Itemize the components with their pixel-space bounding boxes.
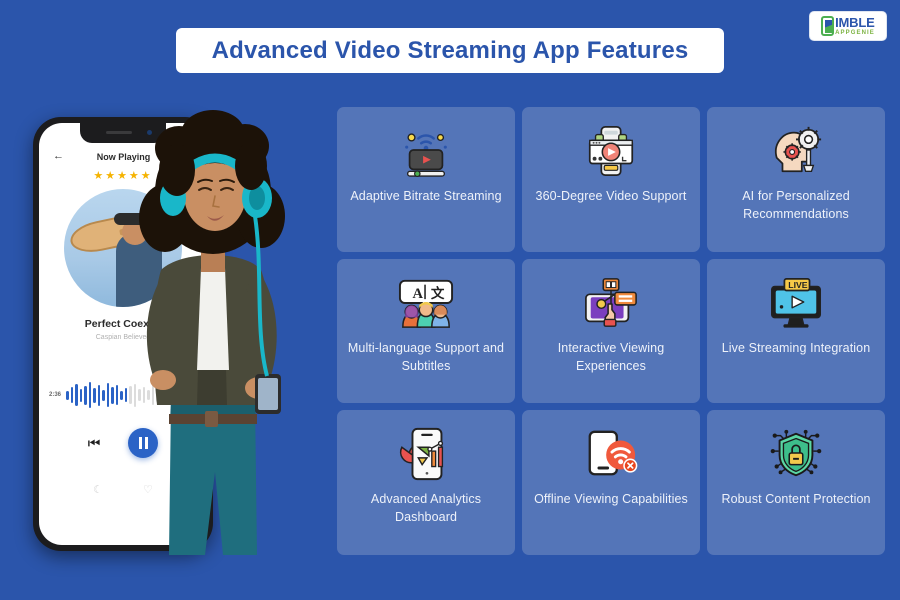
waveform-bar (84, 385, 87, 405)
waveform-bar (115, 385, 119, 405)
waveform-bar (169, 389, 173, 401)
pause-icon[interactable] (128, 428, 159, 458)
player-footer: ☾ ♡ (39, 483, 207, 496)
back-arrow-icon[interactable]: ← (53, 151, 64, 162)
rating-stars: ★★★★★ (93, 170, 153, 182)
feature-card-interactive-viewing-experiences[interactable]: Interactive Viewing Experiences (522, 258, 700, 404)
feature-label: Offline Viewing Capabilities (534, 492, 688, 507)
audio-waveform[interactable]: 2:36 (49, 378, 207, 412)
feature-label: Interactive Viewing Experiences (557, 340, 665, 373)
logo-main-text: IMBLE (835, 15, 875, 30)
waveform-bar (70, 387, 74, 403)
elapsed-time: 2:36 (49, 392, 62, 398)
waveform-bar (88, 382, 92, 408)
waveform-bar (142, 387, 146, 403)
waveform-bar (93, 387, 96, 403)
feature-card-advanced-analytics-dashboard[interactable]: Advanced Analytics Dashboard (337, 410, 515, 555)
waveform-bar (147, 390, 150, 400)
moon-icon[interactable]: ☾ (93, 483, 103, 496)
features-grid: Adaptive Bitrate Streaming 360-Degree Vi… (337, 107, 885, 555)
waveform-bar (111, 386, 114, 404)
feature-card-multi-language-support-and-subtitles[interactable]: A 文 Multi-language Support and Subtitles (337, 258, 515, 404)
heart-outline-icon[interactable]: ♡ (143, 483, 153, 496)
waveform-bar (66, 390, 69, 400)
feature-label: Advanced Analytics Dashboard (370, 492, 482, 525)
feature-label: Multi-language Support and Subtitles (347, 340, 505, 373)
waveform-bar (205, 384, 207, 406)
phone-charts-icon (397, 426, 455, 482)
phone-frame: ← Now Playing ♡ ★★★★★ Perfect Coexist Ca… (33, 117, 213, 551)
feature-card-live-streaming-integration[interactable]: LIVE Live Streaming Integration (707, 258, 885, 404)
feature-card-360-degree-video-support[interactable]: 360-Degree Video Support (522, 107, 700, 252)
album-art (64, 189, 182, 307)
svg-text:LIVE: LIVE (788, 280, 807, 290)
song-info: Perfect Coexist Caspian Believed (39, 318, 207, 341)
head-gears-icon (767, 123, 825, 179)
screen-wifi-play-icon (397, 123, 455, 179)
song-artist: Caspian Believed (95, 334, 151, 341)
waveform-bar (106, 383, 110, 407)
album-person-hat (114, 213, 156, 225)
player-controls: ⏮ (39, 428, 207, 458)
speaker-grill-icon (106, 131, 132, 134)
song-title: Perfect Coexist (84, 318, 162, 330)
feature-label: Robust Content Protection (721, 492, 871, 507)
waveform-bar (183, 387, 186, 403)
tablet-hand-touch-icon (582, 275, 640, 331)
waveform-bar (165, 386, 168, 404)
page-title: Advanced Video Streaming App Features (211, 36, 689, 64)
waveform-bar (196, 387, 200, 403)
logo-sub-text: APPGENIE (835, 30, 875, 36)
waveform-bar (102, 389, 105, 401)
waveform-bar (124, 388, 128, 402)
shield-lock-circuit-icon (767, 426, 825, 482)
waveform-bar (120, 390, 123, 400)
feature-label: 360-Degree Video Support (535, 189, 687, 203)
monitor-live-badge-icon: LIVE (767, 275, 825, 331)
page-title-banner: Advanced Video Streaming App Features (176, 28, 724, 73)
waveform-bar (187, 385, 191, 405)
waveform-bar (201, 388, 204, 402)
previous-track-icon[interactable]: ⏮ (88, 436, 101, 450)
waveform-bar (129, 386, 132, 404)
phone-n-icon (821, 16, 835, 36)
heart-outline-icon[interactable]: ♡ (183, 151, 193, 162)
phone-video-window-icon (582, 123, 640, 179)
feature-label: Live Streaming Integration (721, 340, 871, 355)
waveform-bar (160, 391, 164, 399)
svg-text:文: 文 (431, 285, 445, 301)
feature-label: Adaptive Bitrate Streaming (350, 189, 502, 203)
feature-card-ai-for-personalized-recommendations[interactable]: AI for Personalized Recommendations (707, 107, 885, 252)
feature-label: AI for Personalized Recommendations (742, 189, 850, 222)
waveform-bar (174, 384, 177, 406)
feature-card-offline-viewing-capabilities[interactable]: Offline Viewing Capabilities (522, 410, 700, 555)
feature-card-robust-content-protection[interactable]: Robust Content Protection (707, 410, 885, 555)
phone-mockup: ← Now Playing ♡ ★★★★★ Perfect Coexist Ca… (33, 117, 213, 551)
waveform-bar (75, 384, 78, 406)
feature-card-adaptive-bitrate-streaming[interactable]: Adaptive Bitrate Streaming (337, 107, 515, 252)
waveform-bar (151, 385, 155, 405)
waveform-bar (138, 389, 141, 401)
waveform-bar (178, 390, 182, 400)
waveform-bar (97, 384, 101, 406)
player-topbar: ← Now Playing ♡ (39, 151, 207, 162)
phone-notch (80, 123, 166, 143)
waveform-bar (156, 388, 159, 402)
waveform-bar (133, 383, 137, 407)
svg-text:A: A (412, 286, 423, 302)
brand-logo: IMBLE APPGENIE (809, 11, 887, 41)
waveform-bar (79, 388, 83, 402)
phone-screen: ← Now Playing ♡ ★★★★★ Perfect Coexist Ca… (39, 123, 207, 545)
player-title: Now Playing (96, 151, 151, 162)
phone-wifi-off-icon (582, 426, 640, 482)
speech-bubble-people-icon: A 文 (397, 275, 455, 331)
waveform-bar (192, 389, 195, 401)
front-camera-icon (147, 130, 152, 135)
